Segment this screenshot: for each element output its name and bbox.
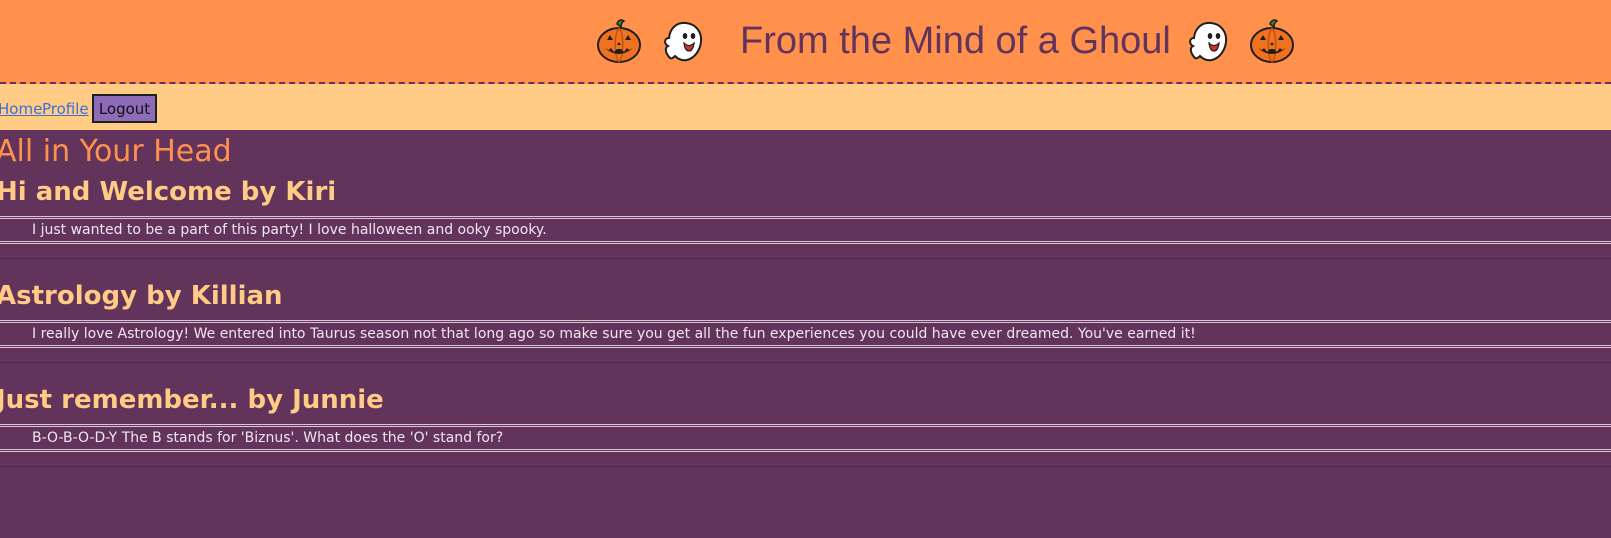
home-link[interactable]: Home xyxy=(0,100,42,118)
logout-button[interactable]: Logout xyxy=(92,94,157,123)
post-body-text: I just wanted to be a part of this party… xyxy=(32,222,547,238)
ghost-icon xyxy=(664,21,703,62)
profile-link[interactable]: Profile xyxy=(42,100,89,118)
post-body-text: B-O-B-O-D-Y The B stands for 'Biznus'. W… xyxy=(32,430,504,446)
post-body: I really love Astrology! We entered into… xyxy=(0,320,1611,348)
post-body: B-O-B-O-D-Y The B stands for 'Biznus'. W… xyxy=(0,424,1611,452)
site-header: From the Mind of a Ghoul xyxy=(0,0,1611,84)
post-heading: Hi and Welcome by Kiri xyxy=(0,177,337,207)
site-title: From the Mind of a Ghoul xyxy=(740,20,1171,62)
post-body: I just wanted to be a part of this party… xyxy=(0,216,1611,244)
jack-o-lantern-icon xyxy=(1249,19,1294,63)
post-body-text: I really love Astrology! We entered into… xyxy=(32,326,1196,342)
jack-o-lantern-icon xyxy=(597,19,641,63)
post-divider xyxy=(0,466,1611,467)
post-divider xyxy=(0,362,1611,363)
post-divider xyxy=(0,258,1611,259)
ghost-icon xyxy=(1188,21,1227,62)
page-title: All in Your Head xyxy=(0,134,232,169)
title-row: From the Mind of a Ghoul xyxy=(596,17,1295,65)
post-heading: Just remember... by Junnie xyxy=(0,385,384,415)
post-heading: Astrology by Killian xyxy=(0,281,283,311)
nav-bar: Home Profile Logout xyxy=(0,84,1611,130)
